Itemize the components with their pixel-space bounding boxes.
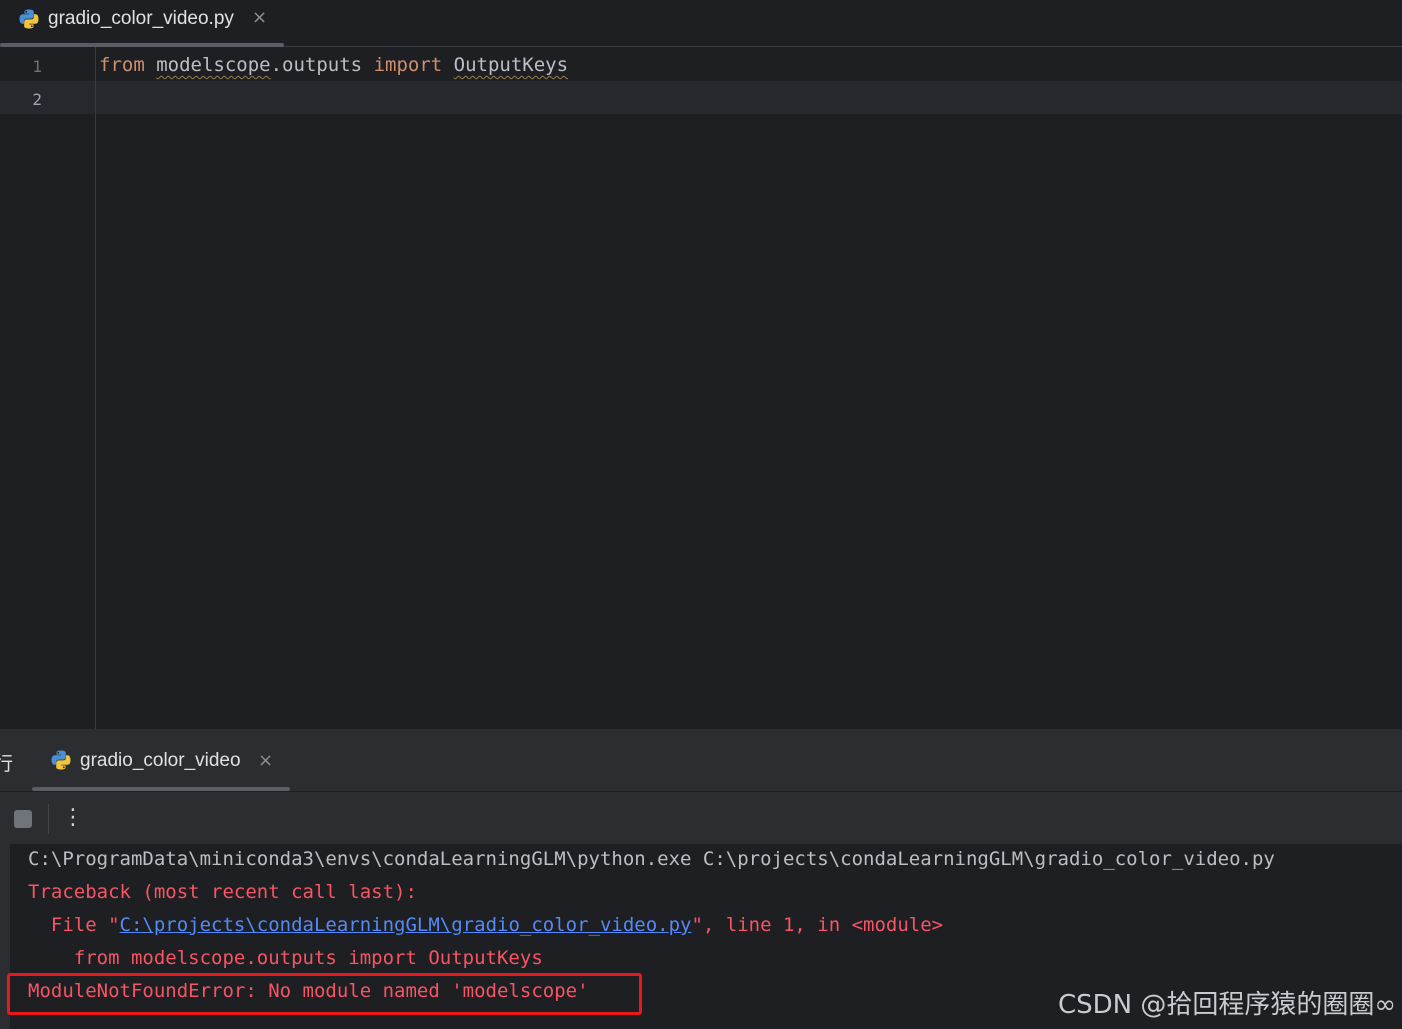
console-command-line: C:\ProgramData\miniconda3\envs\condaLear…: [28, 848, 1275, 870]
code-line-1[interactable]: from modelscope.outputs import OutputKey…: [99, 54, 568, 76]
watermark: CSDN @拾回程序猿的圈圈∞: [1057, 990, 1396, 1020]
keyword-import: import: [373, 54, 443, 76]
unresolved-module: modelscope: [156, 54, 271, 76]
run-panel-title: 行: [0, 753, 14, 775]
editor-tab-label: gradio_color_video.py: [48, 8, 234, 29]
keyword-from: from: [99, 54, 145, 76]
code-editor[interactable]: 1 2 from modelscope.outputs import Outpu…: [0, 47, 1402, 729]
run-toolbar: ⋮: [0, 792, 1402, 844]
run-tab-bar: 行 gradio_color_video ×: [0, 729, 1402, 792]
error-highlight-box: [7, 973, 642, 1015]
editor-tab-gradio-color-video[interactable]: gradio_color_video.py ×: [0, 0, 284, 47]
stop-icon[interactable]: [14, 810, 32, 828]
line-number: 2: [32, 90, 42, 109]
traceback-file-prefix: File ": [28, 914, 120, 936]
close-icon[interactable]: ×: [258, 750, 273, 771]
active-tab-indicator: [32, 787, 290, 791]
code-text: .outputs: [270, 54, 374, 76]
current-line-highlight: [0, 81, 1402, 114]
traceback-file-link[interactable]: C:\projects\condaLearningGLM\gradio_colo…: [120, 914, 692, 936]
traceback-file-suffix: ", line 1, in <module>: [691, 914, 944, 936]
close-icon[interactable]: ×: [252, 7, 267, 28]
unresolved-name: OutputKeys: [453, 54, 569, 76]
traceback-file-line: File "C:\projects\condaLearningGLM\gradi…: [28, 914, 943, 936]
traceback-source-line: from modelscope.outputs import OutputKey…: [28, 947, 543, 969]
run-tab-label: gradio_color_video: [80, 750, 241, 771]
line-number: 1: [32, 57, 42, 76]
line-number-gutter: 1 2: [0, 47, 96, 729]
editor-tab-bar: gradio_color_video.py ×: [0, 0, 1402, 47]
python-icon: [19, 9, 39, 29]
toolbar-divider: [48, 804, 49, 834]
run-tab-gradio-color-video[interactable]: gradio_color_video ×: [32, 729, 290, 791]
more-options-icon[interactable]: ⋮: [62, 802, 84, 834]
python-icon: [51, 750, 71, 770]
traceback-header: Traceback (most recent call last):: [28, 881, 417, 903]
ide-window: gradio_color_video.py × 1 2 from modelsc…: [0, 0, 1402, 1029]
